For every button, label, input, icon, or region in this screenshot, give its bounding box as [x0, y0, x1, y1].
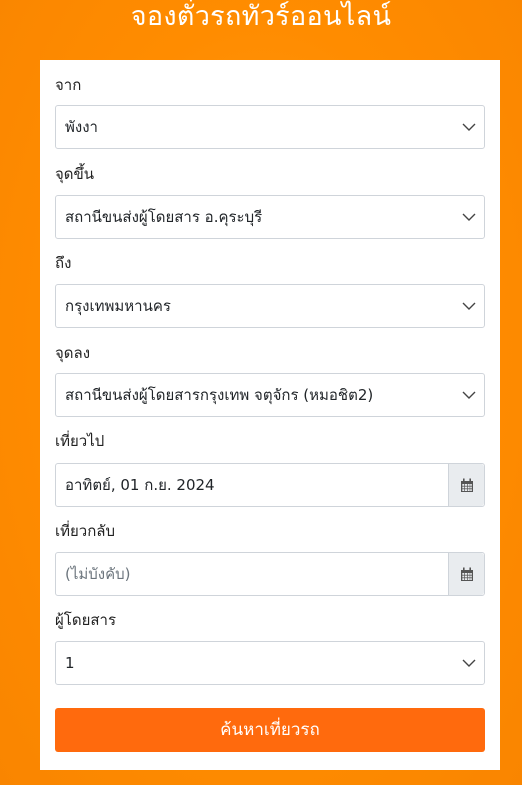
chevron-down-icon: [454, 642, 484, 684]
calendar-icon[interactable]: [449, 464, 484, 506]
to-value: กรุงเทพมหานคร: [65, 297, 171, 315]
chevron-down-icon: [454, 285, 484, 327]
page-title: จองตั๋วรถทัวร์ออนไลน์: [130, 1, 392, 32]
to-select[interactable]: กรุงเทพมหานคร: [55, 284, 485, 328]
from-select[interactable]: พังงา: [55, 105, 485, 149]
depart-date-input[interactable]: อาทิตย์, 01 ก.ย. 2024: [55, 463, 485, 507]
search-trips-button[interactable]: ค้นหาเที่ยวรถ: [55, 708, 485, 752]
from-label: จาก: [55, 76, 82, 94]
pickup-value: สถานีขนส่งผู้โดยสาร อ.คุระบุรี: [65, 208, 263, 226]
booking-form: จาก พังงา จุดขึ้น สถานีขนส่งผู้โดยสาร อ.…: [40, 60, 500, 770]
return-placeholder: (ไม่บังคับ): [56, 553, 449, 595]
pickup-label: จุดขึ้น: [55, 165, 95, 183]
calendar-icon[interactable]: [449, 553, 484, 595]
passengers-select[interactable]: 1: [55, 641, 485, 685]
passengers-label: ผู้โดยสาร: [55, 611, 117, 629]
chevron-down-icon: [454, 106, 484, 148]
chevron-down-icon: [454, 196, 484, 238]
depart-value: อาทิตย์, 01 ก.ย. 2024: [56, 464, 449, 506]
from-value: พังงา: [65, 118, 98, 136]
to-label: ถึง: [55, 254, 72, 272]
passengers-value: 1: [65, 654, 75, 672]
return-label: เที่ยวกลับ: [55, 522, 116, 540]
dropoff-value: สถานีขนส่งผู้โดยสารกรุงเทพ จตุจักร (หมอช…: [65, 386, 374, 404]
depart-label: เที่ยวไป: [55, 432, 105, 450]
dropoff-label: จุดลง: [55, 344, 91, 362]
dropoff-select[interactable]: สถานีขนส่งผู้โดยสารกรุงเทพ จตุจักร (หมอช…: [55, 373, 485, 417]
chevron-down-icon: [454, 374, 484, 416]
return-date-input[interactable]: (ไม่บังคับ): [55, 552, 485, 596]
pickup-select[interactable]: สถานีขนส่งผู้โดยสาร อ.คุระบุรี: [55, 195, 485, 239]
